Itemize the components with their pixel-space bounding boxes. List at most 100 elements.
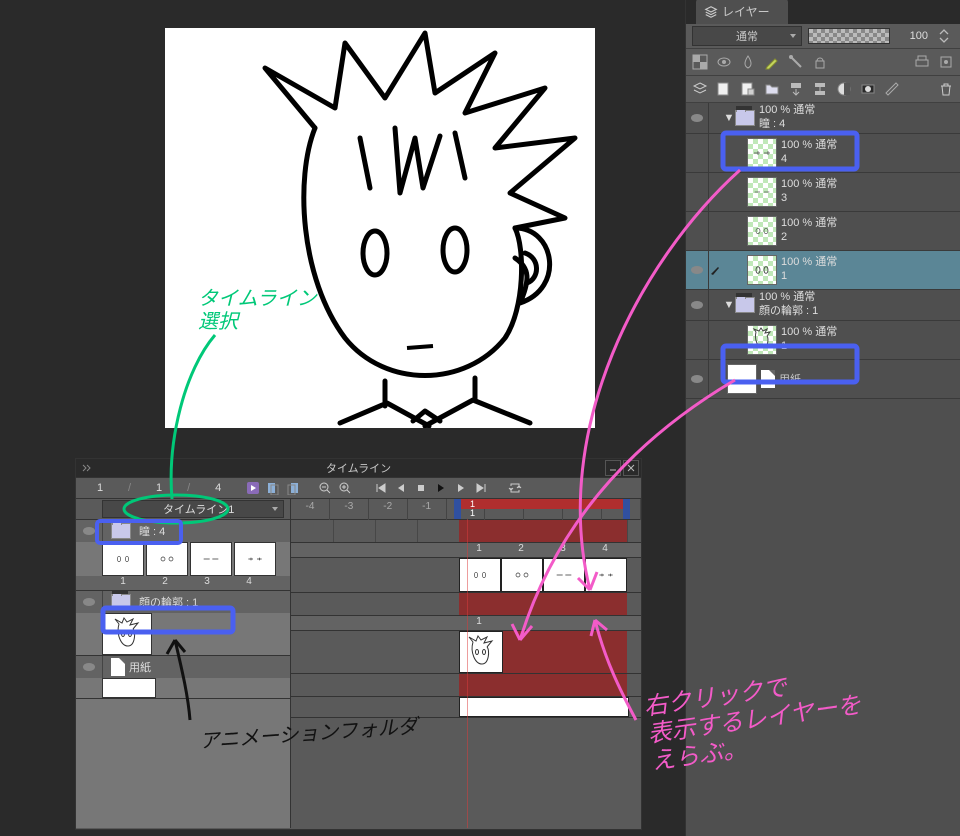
clip-range-bar[interactable]: [459, 499, 627, 509]
layer-item[interactable]: 100 % 通常 3: [686, 173, 960, 212]
timeline-cel[interactable]: [543, 558, 585, 592]
cel-thumbnail[interactable]: [146, 542, 188, 576]
apply-mask-icon[interactable]: [858, 79, 878, 99]
visibility-toggle[interactable]: [686, 251, 709, 289]
zoom-in-icon[interactable]: [338, 481, 352, 495]
track-lane[interactable]: [291, 674, 641, 697]
visibility-icon[interactable]: [714, 52, 734, 72]
cel-thumbnail[interactable]: [190, 542, 232, 576]
timeline-area[interactable]: -4 -3 -2 -1 1 2 3 4 5 1 1 1: [291, 499, 641, 828]
frame-field[interactable]: 1: [135, 482, 183, 494]
timeline-track-pupil[interactable]: 瞳 : 4 1 2 3 4: [76, 520, 290, 591]
visibility-toggle[interactable]: [686, 321, 709, 359]
total-frames[interactable]: 4: [194, 482, 242, 494]
layer-toolbar-1: [686, 49, 960, 76]
folder-expand-icon[interactable]: ▼: [723, 112, 735, 124]
visibility-toggle[interactable]: [686, 290, 709, 320]
layer-thumbnail: [747, 138, 777, 168]
cel-thumbnail[interactable]: [234, 542, 276, 576]
cel-lane[interactable]: [291, 697, 641, 718]
reference-icon[interactable]: [936, 52, 956, 72]
layer-folder-face[interactable]: ▼ 100 % 通常 顔の輪郭 : 1: [686, 290, 960, 321]
new-vector-layer-icon[interactable]: [738, 79, 758, 99]
visibility-toggle[interactable]: [686, 173, 709, 211]
layer-folder-pupil[interactable]: ▼ 100 % 通常 瞳 : 4: [686, 103, 960, 134]
play-icon[interactable]: [246, 481, 260, 495]
loop-icon[interactable]: [508, 481, 522, 495]
visibility-toggle[interactable]: [76, 520, 103, 542]
layer-item[interactable]: 100 % 通常 2: [686, 212, 960, 251]
timeline-track-paper[interactable]: 用紙: [76, 656, 290, 699]
transfer-down-icon[interactable]: [786, 79, 806, 99]
cel-thumbnail[interactable]: [102, 542, 144, 576]
cel-lane[interactable]: [291, 631, 641, 674]
opacity-stepper[interactable]: [934, 26, 954, 46]
tab-label: レイヤー: [722, 3, 770, 20]
timeline-cel[interactable]: [459, 697, 629, 717]
layers-panel: レイヤー 通常 100: [685, 0, 960, 836]
layer-list: ▼ 100 % 通常 瞳 : 4 100 % 通常 4: [686, 103, 960, 399]
merge-down-icon[interactable]: [810, 79, 830, 99]
timeline-titlebar[interactable]: タイムライン: [76, 459, 641, 478]
layer-item[interactable]: 100 % 通常 1: [686, 321, 960, 360]
new-folder-icon[interactable]: [762, 79, 782, 99]
layers-stack-icon: [704, 5, 718, 19]
clip-icon[interactable]: [912, 52, 932, 72]
ruler-icon[interactable]: [882, 79, 902, 99]
clip-start-marker[interactable]: [454, 499, 461, 519]
layer-thumbnail: [747, 216, 777, 246]
stop-icon[interactable]: [414, 481, 428, 495]
timeline-select[interactable]: タイムライン1: [102, 500, 284, 518]
zoom-out-icon[interactable]: [318, 481, 332, 495]
visibility-toggle[interactable]: [686, 360, 709, 398]
prev-frame-icon[interactable]: [394, 481, 408, 495]
panel-tabbar: レイヤー: [686, 0, 960, 24]
visibility-toggle[interactable]: [686, 103, 709, 133]
lock-icon[interactable]: [810, 52, 830, 72]
opacity-value[interactable]: 100: [896, 30, 928, 42]
timeline-ruler[interactable]: -4 -3 -2 -1 1 2 3 4 5 1 1: [291, 499, 641, 520]
opacity-slider[interactable]: [808, 28, 890, 44]
blend-mode-select[interactable]: 通常: [692, 26, 802, 46]
first-frame-icon[interactable]: [374, 481, 388, 495]
clip-end-marker[interactable]: [623, 499, 630, 519]
trash-icon[interactable]: [936, 79, 956, 99]
visibility-toggle[interactable]: [76, 656, 103, 678]
layers-icon[interactable]: [690, 79, 710, 99]
folder-expand-icon[interactable]: ▼: [723, 299, 735, 311]
mask-icon[interactable]: [834, 79, 854, 99]
cel-lane[interactable]: [291, 558, 641, 593]
timeline-cel[interactable]: [585, 558, 627, 592]
close-icon[interactable]: [623, 460, 639, 476]
animation-folder-icon: [111, 523, 131, 539]
play-forward-icon[interactable]: [434, 481, 448, 495]
new-raster-layer-icon[interactable]: [714, 79, 734, 99]
visibility-toggle[interactable]: [686, 134, 709, 172]
timeline-track-face[interactable]: 顔の輪郭 : 1: [76, 591, 290, 656]
wand-icon[interactable]: [786, 52, 806, 72]
layers-tab[interactable]: レイヤー: [696, 0, 788, 24]
layer-paper[interactable]: 用紙: [686, 360, 960, 399]
last-frame-icon[interactable]: [474, 481, 488, 495]
cel-thumbnail[interactable]: [102, 678, 156, 698]
canvas[interactable]: [165, 28, 595, 428]
drawing: [165, 28, 595, 428]
track-lane[interactable]: [291, 520, 641, 543]
visibility-toggle[interactable]: [686, 212, 709, 250]
checkerboard-icon[interactable]: [690, 52, 710, 72]
track-lane[interactable]: [291, 593, 641, 616]
next-frame-icon[interactable]: [454, 481, 468, 495]
current-frame[interactable]: 1: [76, 482, 124, 494]
timeline-cel[interactable]: [459, 558, 501, 592]
onion-prev-icon[interactable]: [266, 481, 280, 495]
onion-next-icon[interactable]: [286, 481, 300, 495]
timeline-cel[interactable]: [459, 631, 503, 673]
timeline-cel[interactable]: [501, 558, 543, 592]
visibility-toggle[interactable]: [76, 591, 103, 613]
droplet-icon[interactable]: [738, 52, 758, 72]
pencil-icon[interactable]: [762, 52, 782, 72]
layer-item[interactable]: 100 % 通常 4: [686, 134, 960, 173]
minimize-icon[interactable]: [605, 460, 621, 476]
cel-thumbnail[interactable]: [102, 613, 152, 655]
layer-item-selected[interactable]: 100 % 通常 1: [686, 251, 960, 290]
